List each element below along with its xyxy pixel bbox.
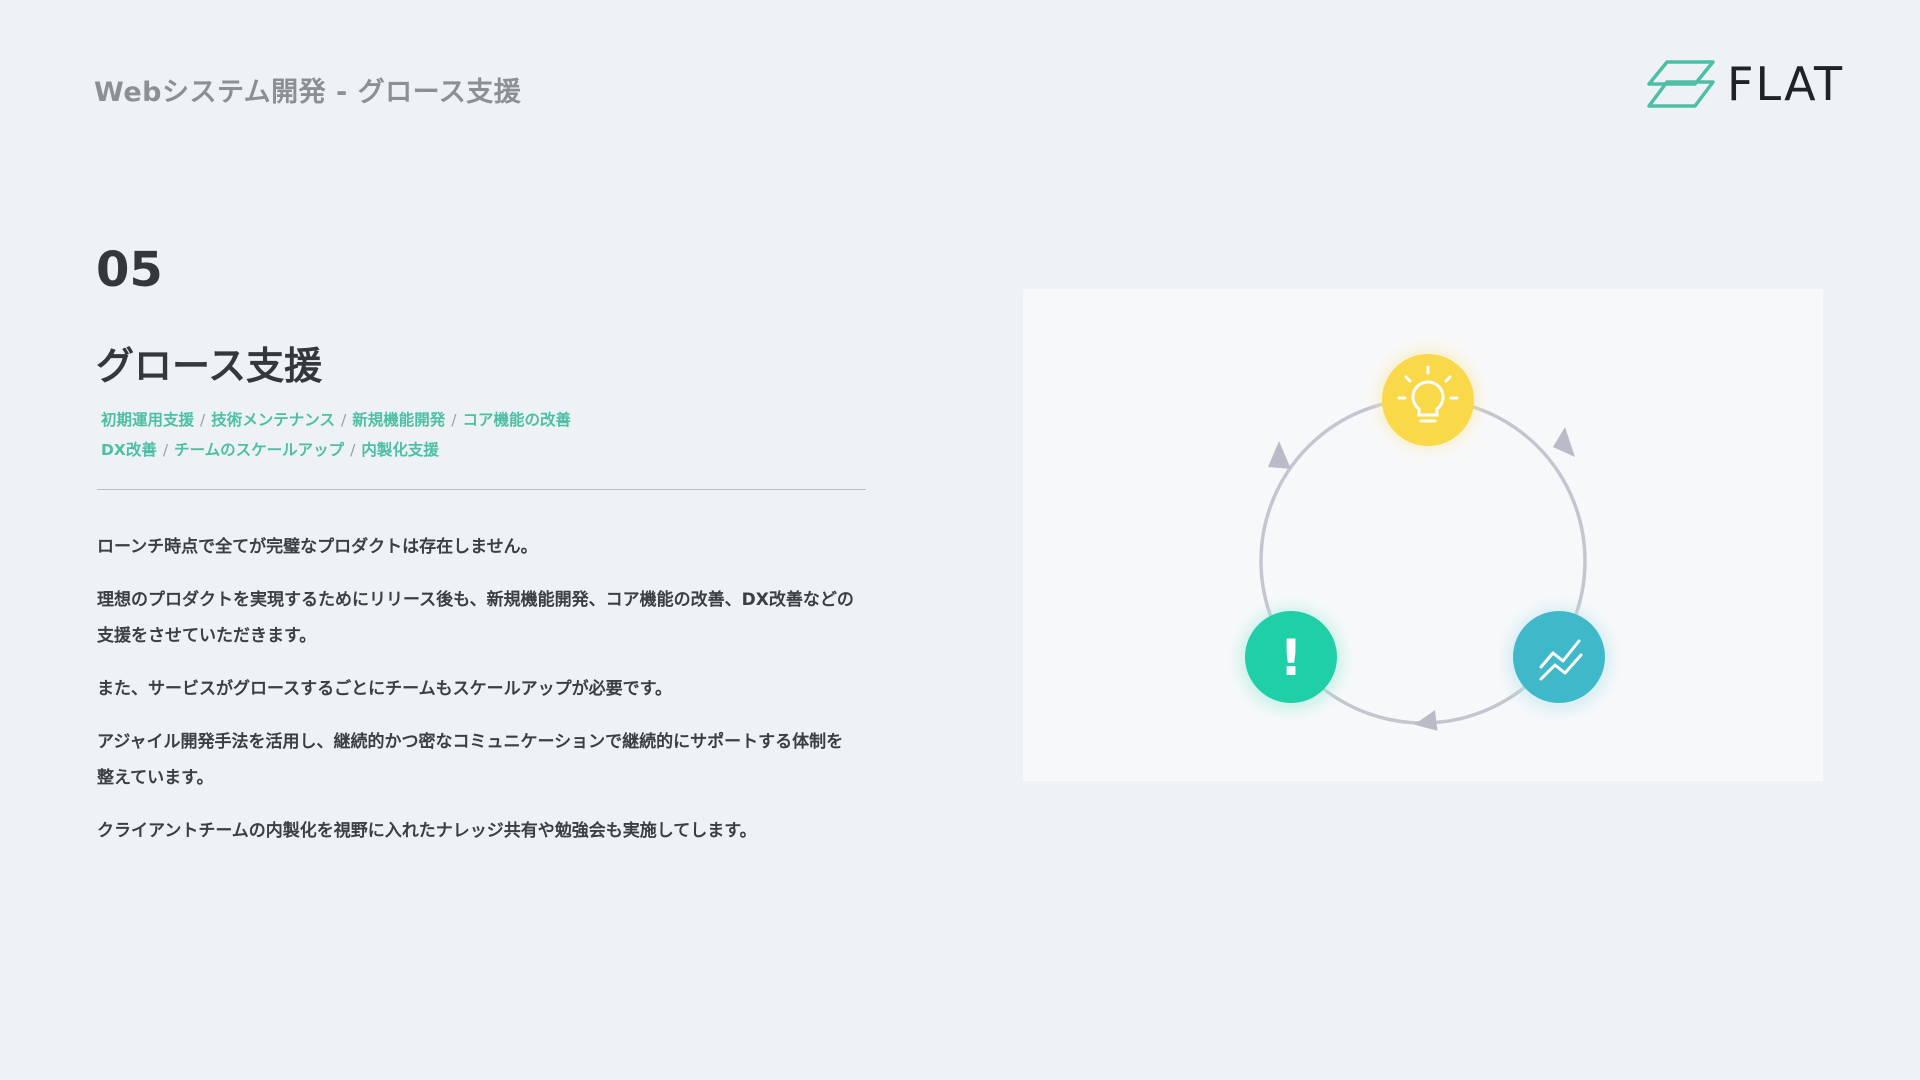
section-number: 05 — [96, 242, 163, 298]
paragraph: 理想のプロダクトを実現するためにリリース後も、新規機能開発、コア機能の改善、DX… — [97, 590, 854, 646]
tag-line: 初期運用支援 / 技術メンテナンス / 新規機能開発 / コア機能の改善 — [101, 411, 571, 429]
logo[interactable]: FLAT — [1645, 58, 1844, 110]
divider — [97, 489, 866, 490]
header-title: Webシステム開発 - グロース支援 — [94, 77, 522, 108]
tag-item: 技術メンテナンス — [211, 411, 335, 429]
arrow-right-icon — [1553, 427, 1575, 457]
growth-cycle-illustration: ! — [1023, 289, 1823, 781]
exclamation-icon: ! — [1280, 629, 1303, 687]
cycle-diagram: ! — [1239, 349, 1611, 731]
section-title: グロース支援 — [96, 344, 323, 388]
alert-node: ! — [1239, 607, 1343, 711]
paragraph: クライアントチームの内製化を視野に入れたナレッジ共有や勉強会も実施してします。 — [97, 821, 757, 841]
tag-item: 初期運用支援 — [101, 411, 195, 429]
paragraph: また、サービスがグロースするごとにチームもスケールアップが必要です。 — [97, 679, 672, 699]
paragraph: ローンチ時点で全てが完璧なプロダクトは存在しません。 — [97, 537, 538, 557]
tag-item: 新規機能開発 — [352, 411, 446, 429]
flat-logo-icon — [1647, 60, 1715, 108]
tag-item: DX改善 — [101, 441, 157, 459]
arrow-left-icon — [1268, 441, 1291, 469]
tag-line: DX改善 / チームのスケールアップ / 内製化支援 — [101, 441, 439, 459]
tag-item: 内製化支援 — [361, 441, 439, 459]
description: ローンチ時点で全てが完璧なプロダクトは存在しません。 理想のプロダクトを実現する… — [97, 529, 857, 866]
lightbulb-node — [1378, 349, 1478, 449]
tag-item: コア機能の改善 — [462, 411, 571, 429]
tag-item: チームのスケールアップ — [174, 441, 345, 459]
paragraph: アジャイル開発手法を活用し、継続的かつ密なコミュニケーションで継続的にサポートす… — [97, 732, 844, 788]
chart-node — [1507, 607, 1611, 711]
arrow-bottom-icon — [1414, 710, 1438, 731]
tag-list: 初期運用支援 / 技術メンテナンス / 新規機能開発 / コア機能の改善 DX改善 / チームの… — [101, 405, 571, 465]
logo-text: FLAT — [1727, 57, 1845, 111]
